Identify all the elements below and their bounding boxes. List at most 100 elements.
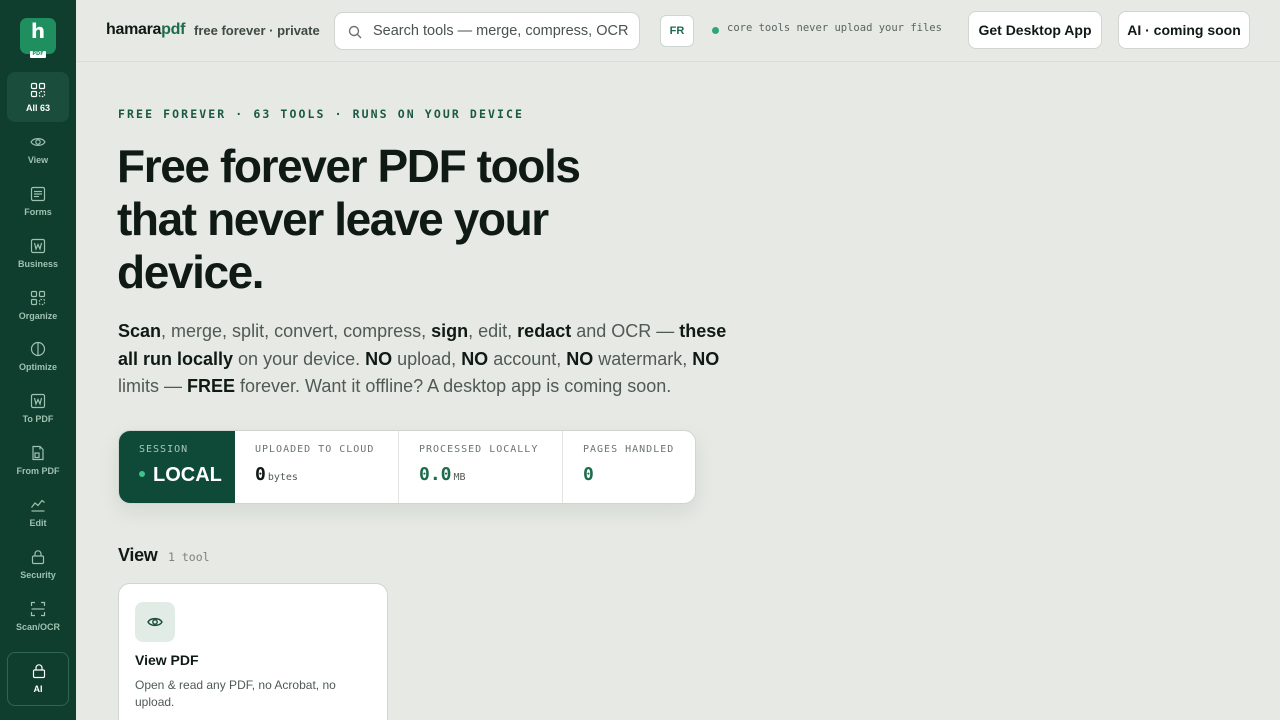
brand-name-pdf: pdf [161, 21, 186, 38]
lead-text: upload, [392, 348, 462, 369]
lead-emphasis: FREE [187, 376, 236, 396]
lead-text: and OCR — [571, 321, 680, 341]
sidebar-item-label: To PDF [22, 414, 54, 424]
lock-icon [32, 664, 46, 679]
lead-emphasis: redact [517, 321, 572, 341]
sidebar-item-optimize[interactable]: Optimize [7, 331, 69, 381]
hero-title: Free forever PDF tools that never leave … [117, 140, 581, 298]
half-circle-icon [30, 341, 46, 357]
section-title: View [118, 545, 158, 565]
sidebar-item-from-pdf[interactable]: From PDF [7, 435, 69, 485]
lock-icon [31, 550, 45, 565]
lead-emphasis: sign [431, 321, 469, 341]
lead-emphasis: NO [461, 348, 489, 369]
sidebar-item-label: AI [33, 684, 43, 694]
sidebar-item-label: Organize [18, 311, 58, 321]
form-icon [30, 186, 46, 202]
ai-coming-soon-button[interactable]: AI · coming soon [1118, 11, 1250, 49]
lead-text: account, [488, 348, 567, 369]
stat-value: 0 bytes [255, 464, 298, 485]
top-header: hamarapdf free forever · private FR core… [76, 0, 1280, 62]
search-input[interactable] [373, 21, 629, 41]
stat-value: 0 [583, 464, 594, 485]
uploaded-unit: bytes [267, 472, 298, 483]
sidebar-item-view[interactable]: View [7, 124, 69, 174]
sidebar-item-forms[interactable]: Forms [7, 176, 69, 226]
lead-emphasis: NO [692, 348, 720, 369]
privacy-status: core tools never upload your files [727, 22, 942, 34]
sidebar-item-label: Edit [29, 518, 47, 528]
status-dot [139, 470, 145, 477]
sidebar-item-scan-ocr[interactable]: Scan/OCR [7, 591, 69, 641]
search-box[interactable] [334, 12, 640, 50]
processed-unit: MB [453, 472, 466, 483]
logo-letter: h [30, 19, 46, 43]
lead-text: on your device. [233, 348, 366, 369]
grid-icon [30, 82, 46, 98]
stat-value: 0.0 MB [419, 464, 466, 485]
sidebar-item-business[interactable]: Business [7, 228, 69, 278]
lead-emphasis: NO [566, 348, 594, 369]
stat-label: SESSION [139, 444, 189, 455]
hero-lead: Scan, merge, split, convert, compress, s… [118, 318, 728, 401]
eye-icon [147, 617, 163, 627]
sidebar-item-label: Scan/OCR [15, 622, 60, 632]
stat-processed: PROCESSED LOCALLY 0.0 MB [399, 431, 563, 503]
session-stats: SESSION LOCAL UPLOADED TO CLOUD 0 bytes P… [118, 430, 696, 504]
file-export-icon [32, 445, 44, 461]
word-doc-icon [30, 393, 46, 409]
lead-text: watermark, [593, 348, 693, 369]
lead-emphasis: Scan [118, 321, 162, 341]
stat-value: LOCAL [139, 464, 222, 487]
grid-icon [30, 290, 46, 306]
lead-emphasis: NO [365, 348, 393, 369]
pages-value: 0 [583, 464, 594, 485]
sidebar-item-label: Optimize [18, 362, 57, 372]
brand-tagline: free forever · private [194, 23, 320, 38]
search-icon [348, 25, 362, 39]
sidebar-item-to-pdf[interactable]: To PDF [7, 383, 69, 433]
stat-label: PAGES HANDLED [583, 444, 675, 455]
status-dot [712, 27, 719, 34]
eye-icon [30, 138, 46, 146]
section-count: 1 tool [168, 550, 210, 564]
lead-text: forever. Want it offline? A desktop app … [235, 376, 672, 396]
stat-label: PROCESSED LOCALLY [419, 444, 539, 455]
hero-kicker: FREE FOREVER · 63 TOOLS · RUNS ON YOUR D… [118, 107, 525, 121]
tool-icon-box [135, 602, 175, 642]
lead-text: limits — [118, 376, 187, 396]
get-desktop-app-button[interactable]: Get Desktop App [968, 11, 1102, 49]
scan-icon [30, 601, 46, 617]
brand-name-part: hamara [106, 21, 162, 38]
language-toggle[interactable]: FR [660, 15, 694, 47]
sidebar-item-label: Forms [24, 207, 52, 217]
uploaded-value: 0 [255, 464, 266, 485]
sidebar-item-ai[interactable]: AI [7, 652, 69, 706]
sidebar: h PDF All 63 View Forms Business Organiz… [0, 0, 76, 720]
logo-sub: PDF [30, 51, 46, 58]
processed-value: 0.0 [419, 464, 452, 485]
sidebar-item-label: Business [17, 259, 59, 269]
sidebar-item-edit[interactable]: Edit [7, 487, 69, 537]
lead-text: , merge, split, convert, compress, [161, 321, 432, 341]
tool-card-view-pdf[interactable]: View PDF Open & read any PDF, no Acrobat… [118, 583, 388, 720]
stat-label: UPLOADED TO CLOUD [255, 444, 375, 455]
sidebar-item-label: Security [20, 570, 56, 580]
sidebar-item-label: View [27, 155, 49, 165]
sidebar-item-label: All 63 [25, 103, 50, 113]
sidebar-item-label: From PDF [16, 466, 60, 476]
tool-title: View PDF [135, 652, 199, 668]
brand-name[interactable]: hamarapdf [106, 21, 185, 39]
word-doc-icon [30, 238, 46, 254]
stat-pages: PAGES HANDLED 0 [563, 431, 695, 503]
tool-description: Open & read any PDF, no Acrobat, no uplo… [135, 678, 336, 709]
edit-chart-icon [31, 499, 45, 512]
session-value: LOCAL [153, 464, 222, 486]
sidebar-item-all[interactable]: All 63 [7, 72, 69, 122]
stat-session: SESSION LOCAL [119, 431, 235, 503]
sidebar-item-organize[interactable]: Organize [7, 280, 69, 330]
stat-uploaded: UPLOADED TO CLOUD 0 bytes [235, 431, 399, 503]
lead-text: , edit, [468, 321, 518, 341]
app-logo[interactable]: h PDF [20, 18, 56, 58]
sidebar-item-security[interactable]: Security [7, 539, 69, 589]
